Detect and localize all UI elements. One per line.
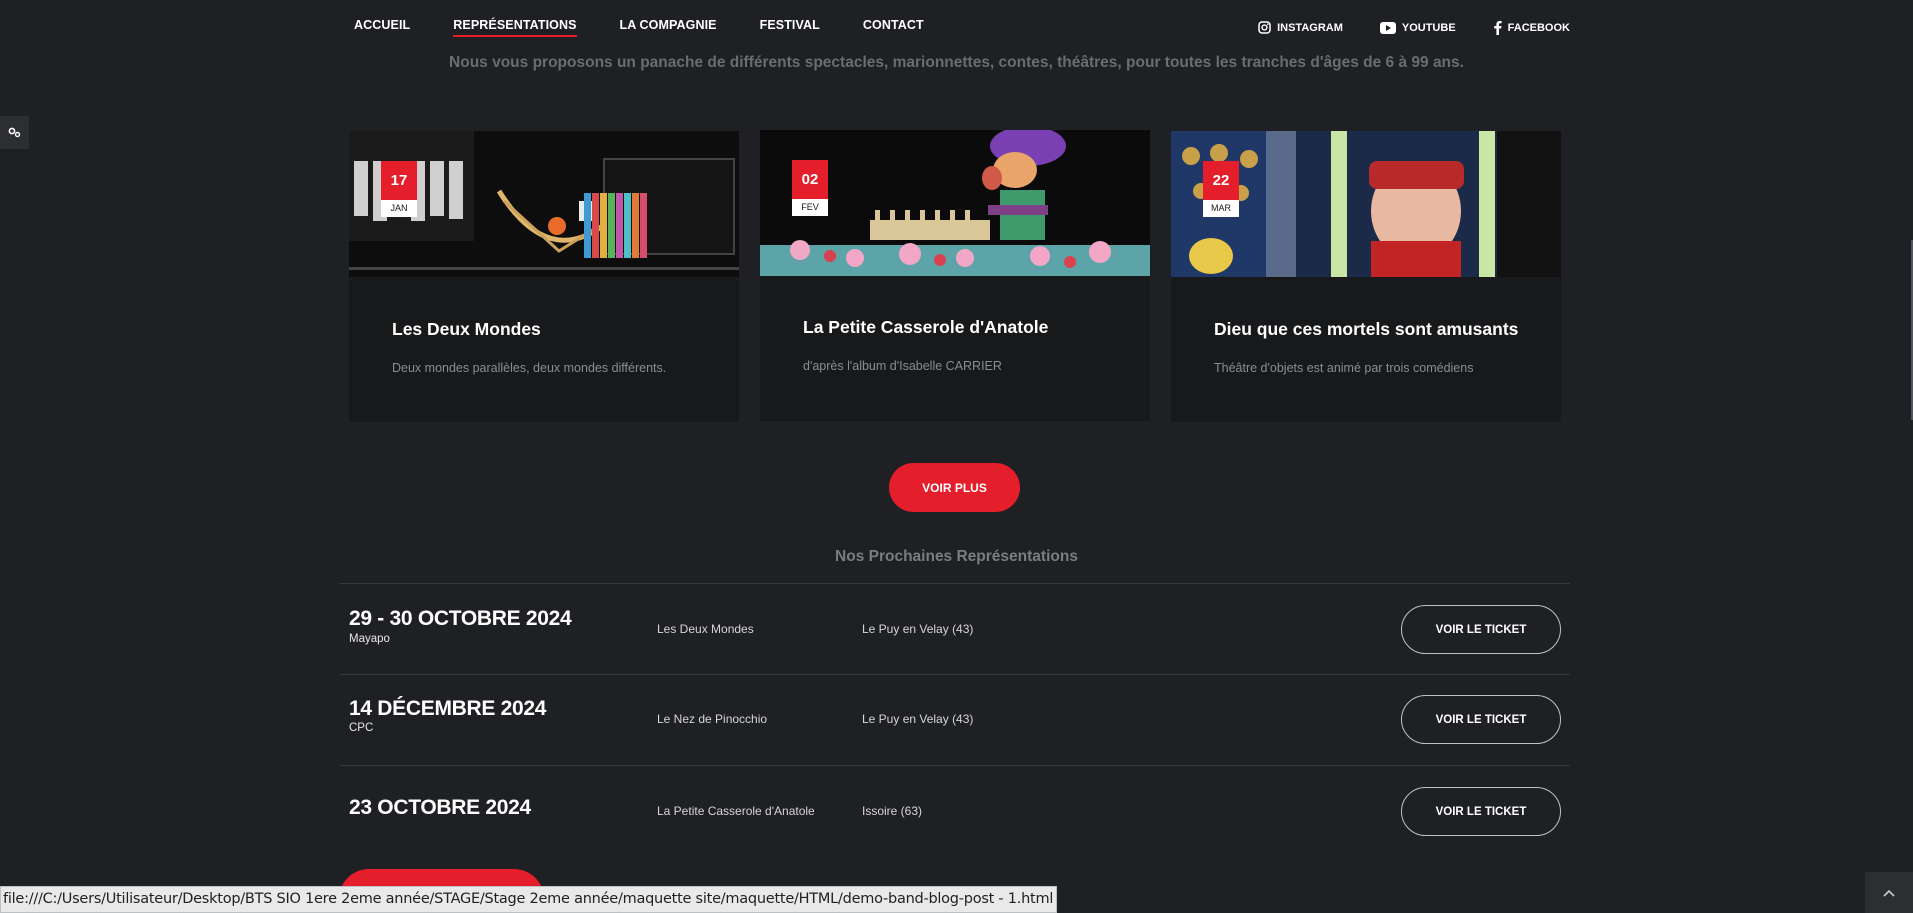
show-image: 22 MAR <box>1171 131 1561 277</box>
show-row: 14 DÉCEMBRE 2024 CPC Le Nez de Pinocchio… <box>339 674 1570 765</box>
show-venue: CPC <box>349 722 374 734</box>
upcoming-section-title: Nos Prochaines Représentations <box>835 548 1078 565</box>
show-row: 29 - 30 OCTOBRE 2024 Mayapo Les Deux Mon… <box>339 583 1570 674</box>
date-day: 22 <box>1203 161 1239 200</box>
gears-icon <box>8 127 21 138</box>
social-link-youtube[interactable]: YOUTUBE <box>1379 21 1456 34</box>
show-title[interactable]: Les Deux Mondes <box>392 319 541 340</box>
nav-item-accueil[interactable]: ACCUEIL <box>354 18 410 36</box>
instagram-icon <box>1258 21 1271 34</box>
social-label-instagram: INSTAGRAM <box>1277 21 1343 34</box>
show-image: 17 JAN <box>349 131 739 277</box>
show-date: 29 - 30 OCTOBRE 2024 <box>349 607 572 630</box>
show-cards: 17 JAN Les Deux Mondes Deux mondes paral… <box>349 130 1561 422</box>
show-row: 23 OCTOBRE 2024 La Petite Casserole d'An… <box>339 765 1570 856</box>
voir-plus-button[interactable]: VOIR PLUS <box>889 463 1020 512</box>
show-description: Deux mondes parallèles, deux mondes diff… <box>392 361 667 375</box>
voir-ticket-button[interactable]: VOIR LE TICKET <box>1401 695 1561 744</box>
social-link-facebook[interactable]: FACEBOOK <box>1493 20 1570 35</box>
show-name: Les Deux Mondes <box>657 622 754 636</box>
scroll-to-top-button[interactable] <box>1865 872 1913 913</box>
show-card[interactable]: 02 FEV La Petite Casserole d'Anatole d'a… <box>760 130 1150 421</box>
show-name: Le Nez de Pinocchio <box>657 712 768 726</box>
upcoming-shows-list: 29 - 30 OCTOBRE 2024 Mayapo Les Deux Mon… <box>339 583 1570 856</box>
voir-ticket-button[interactable]: VOIR LE TICKET <box>1401 605 1561 654</box>
date-badge: 22 MAR <box>1203 161 1239 217</box>
main-menu: ACCUEIL REPRÉSENTATIONS LA COMPAGNIE FES… <box>354 18 967 37</box>
show-name: La Petite Casserole d'Anatole <box>657 804 815 818</box>
show-city: Le Puy en Velay (43) <box>862 712 974 726</box>
date-day: 02 <box>792 160 828 199</box>
show-card[interactable]: 22 MAR Dieu que ces mortels sont amusant… <box>1171 131 1561 422</box>
social-links: INSTAGRAM YOUTUBE FACEBOOK <box>1221 20 1570 35</box>
show-city: Le Puy en Velay (43) <box>862 622 974 636</box>
browser-status-bar: file:///C:/Users/Utilisateur/Desktop/BTS… <box>0 886 1058 913</box>
date-month: FEV <box>792 199 828 216</box>
voir-ticket-button[interactable]: VOIR LE TICKET <box>1401 787 1561 836</box>
settings-toggle[interactable] <box>0 116 29 149</box>
nav-item-contact[interactable]: CONTACT <box>863 18 924 36</box>
show-city: Issoire (63) <box>862 804 923 818</box>
social-label-youtube: YOUTUBE <box>1401 21 1456 34</box>
social-link-instagram[interactable]: INSTAGRAM <box>1258 21 1343 34</box>
show-description: d'après l'album d'Isabelle CARRIER <box>803 359 1002 373</box>
top-navigation: ACCUEIL REPRÉSENTATIONS LA COMPAGNIE FES… <box>0 0 1913 54</box>
social-label-facebook: FACEBOOK <box>1507 21 1570 34</box>
show-date: 14 DÉCEMBRE 2024 <box>349 697 547 720</box>
youtube-icon <box>1379 21 1396 34</box>
date-badge: 17 JAN <box>381 161 417 217</box>
show-date: 23 OCTOBRE 2024 <box>349 796 531 819</box>
date-month: MAR <box>1203 200 1239 217</box>
date-month: JAN <box>381 200 417 217</box>
date-day: 17 <box>381 161 417 200</box>
show-venue: Mayapo <box>349 633 390 645</box>
show-title[interactable]: Dieu que ces mortels sont amusants <box>1214 319 1518 340</box>
nav-item-festival[interactable]: FESTIVAL <box>760 18 820 36</box>
show-description: Théâtre d'objets est animé par trois com… <box>1214 361 1474 375</box>
chevron-up-icon <box>1883 889 1895 897</box>
show-card[interactable]: 17 JAN Les Deux Mondes Deux mondes paral… <box>349 131 739 422</box>
facebook-icon <box>1493 21 1502 35</box>
nav-item-la-compagnie[interactable]: LA COMPAGNIE <box>620 18 717 36</box>
nav-item-representations[interactable]: REPRÉSENTATIONS <box>453 18 577 37</box>
show-title[interactable]: La Petite Casserole d'Anatole <box>803 317 1048 338</box>
scrollbar[interactable] <box>1905 0 1913 860</box>
date-badge: 02 FEV <box>792 160 828 216</box>
intro-subtitle: Nous vous proposons un panache de différ… <box>449 54 1464 71</box>
show-image: 02 FEV <box>760 130 1150 276</box>
